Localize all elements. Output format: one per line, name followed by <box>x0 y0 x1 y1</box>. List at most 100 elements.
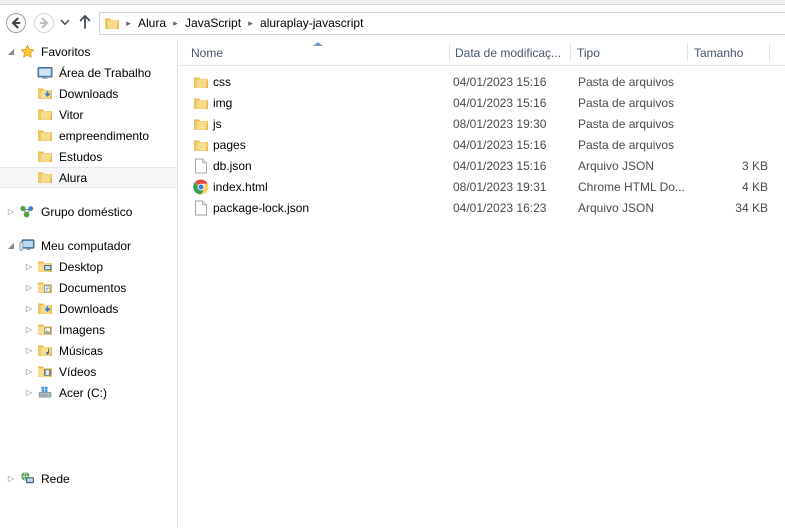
breadcrumb-item-aluraplay-javascript[interactable]: aluraplay-javascript <box>257 13 366 34</box>
table-row[interactable]: db.json 04/01/2023 15:16 Arquivo JSON 3 … <box>179 156 785 177</box>
file-date: 04/01/2023 15:16 <box>453 96 547 110</box>
sidebar-item-alura[interactable]: Alura <box>0 167 177 188</box>
back-arrow-icon <box>5 12 27 34</box>
breadcrumb-item-javascript[interactable]: JavaScript <box>182 13 244 34</box>
homegroup-icon <box>18 204 36 219</box>
expand-triangle-icon[interactable]: ◢ <box>4 41 18 62</box>
recent-locations-button[interactable] <box>56 11 74 35</box>
collapse-triangle-icon[interactable]: ▷ <box>4 468 18 489</box>
computer-icon <box>18 238 36 253</box>
folder-icon <box>193 137 209 153</box>
sidebar-item-acer-c[interactable]: ▷ Acer (C:) <box>0 382 177 403</box>
collapse-triangle-icon[interactable]: ▷ <box>4 319 36 340</box>
address-bar[interactable]: ▸ Alura ▸ JavaScript ▸ aluraplay-javascr… <box>99 11 785 35</box>
folder-icon <box>18 170 54 185</box>
collapse-triangle-icon[interactable]: ▷ <box>4 201 18 222</box>
table-row[interactable]: js 08/01/2023 19:30 Pasta de arquivos <box>179 114 785 135</box>
sidebar-group-grupo-domestico[interactable]: ▷ Grupo doméstico <box>0 201 177 222</box>
sidebar-item-label: Desktop <box>59 259 104 274</box>
sidebar-item-empreendimento[interactable]: empreendimento <box>0 125 177 146</box>
sidebar-group-favoritos[interactable]: ◢ Favoritos <box>0 41 177 62</box>
sidebar-item-downloads-computador[interactable]: ▷ Downloads <box>0 298 177 319</box>
table-row[interactable]: img 04/01/2023 15:16 Pasta de arquivos <box>179 93 785 114</box>
sidebar-item-label: Documentos <box>59 280 127 295</box>
table-row[interactable]: package-lock.json 04/01/2023 16:23 Arqui… <box>179 198 785 219</box>
file-size: 34 KB <box>735 201 768 215</box>
file-type: Arquivo JSON <box>578 159 655 173</box>
sidebar-item-desktop[interactable]: ▷ Desktop <box>0 256 177 277</box>
forward-arrow-icon <box>33 12 55 34</box>
downloads-folder-icon <box>36 301 54 316</box>
file-type: Pasta de arquivos <box>578 96 675 110</box>
file-type: Pasta de arquivos <box>578 138 675 152</box>
breadcrumb-separator-0: ▸ <box>126 17 131 28</box>
collapse-triangle-icon[interactable]: ▷ <box>4 361 36 382</box>
chrome-icon <box>193 179 209 195</box>
folder-icon <box>18 107 54 122</box>
sidebar-item-area-de-trabalho[interactable]: Área de Trabalho <box>0 62 177 83</box>
file-date: 04/01/2023 15:16 <box>453 75 547 89</box>
sidebar-item-downloads[interactable]: Downloads <box>0 83 177 104</box>
column-header-data[interactable]: Data de modificaç... <box>455 41 561 65</box>
sidebar-item-videos[interactable]: ▷ Vídeos <box>0 361 177 382</box>
sort-ascending-icon <box>313 42 323 46</box>
file-date: 04/01/2023 16:23 <box>453 201 547 215</box>
column-header-tipo[interactable]: Tipo <box>577 41 600 65</box>
folder-icon <box>193 74 209 90</box>
sidebar-item-label: Imagens <box>59 322 106 337</box>
documents-folder-icon <box>36 280 54 295</box>
sidebar-group-rede[interactable]: ▷ Rede <box>0 468 177 489</box>
collapse-triangle-icon[interactable]: ▷ <box>4 382 36 403</box>
folder-icon <box>193 95 209 111</box>
table-row[interactable]: index.html 08/01/2023 19:31 Chrome HTML … <box>179 177 785 198</box>
breadcrumb-item-alura[interactable]: Alura <box>135 13 169 34</box>
file-date: 04/01/2023 15:16 <box>453 159 547 173</box>
folder-icon <box>18 149 54 164</box>
star-icon <box>18 44 36 59</box>
sidebar-item-musicas[interactable]: ▷ Músicas <box>0 340 177 361</box>
collapse-triangle-icon[interactable]: ▷ <box>4 256 36 277</box>
music-folder-icon <box>36 343 54 358</box>
collapse-triangle-icon[interactable]: ▷ <box>4 277 36 298</box>
address-folder-icon <box>104 16 120 31</box>
sidebar-item-label: Área de Trabalho <box>59 65 152 80</box>
file-size: 3 KB <box>741 159 768 173</box>
column-divider[interactable] <box>769 44 770 61</box>
sidebar-item-imagens[interactable]: ▷ Imagens <box>0 319 177 340</box>
harddrive-icon <box>36 385 54 400</box>
expand-triangle-icon[interactable]: ◢ <box>4 235 18 256</box>
column-divider[interactable] <box>570 44 571 61</box>
up-button[interactable] <box>74 11 96 35</box>
column-header-tamanho[interactable]: Tamanho <box>694 41 743 65</box>
table-row[interactable]: pages 04/01/2023 15:16 Pasta de arquivos <box>179 135 785 156</box>
file-name: db.json <box>213 159 252 173</box>
sidebar-group-meu-computador[interactable]: ◢ Meu computador <box>0 235 177 256</box>
collapse-triangle-icon[interactable]: ▷ <box>4 298 36 319</box>
sidebar-item-estudos[interactable]: Estudos <box>0 146 177 167</box>
file-type: Arquivo JSON <box>578 201 655 215</box>
downloads-folder-icon <box>18 86 54 101</box>
file-date: 08/01/2023 19:31 <box>453 180 547 194</box>
sidebar-item-vitor[interactable]: Vitor <box>0 104 177 125</box>
column-header-nome[interactable]: Nome <box>191 41 223 65</box>
file-name: js <box>213 117 222 131</box>
document-icon <box>193 200 209 216</box>
sidebar-item-documentos[interactable]: ▷ Documentos <box>0 277 177 298</box>
table-row[interactable]: css 04/01/2023 15:16 Pasta de arquivos <box>179 72 785 93</box>
navigation-pane: ◢ Favoritos Área de Trabalho Downloads V… <box>0 41 178 528</box>
column-divider[interactable] <box>687 44 688 61</box>
sidebar-group-label: Rede <box>41 471 70 486</box>
sidebar-item-label: Alura <box>59 170 88 185</box>
up-arrow-icon <box>78 14 92 33</box>
file-date: 04/01/2023 15:16 <box>453 138 547 152</box>
forward-button[interactable] <box>32 11 56 35</box>
column-divider[interactable] <box>449 44 450 61</box>
collapse-triangle-icon[interactable]: ▷ <box>4 340 36 361</box>
file-size: 4 KB <box>741 180 768 194</box>
column-header-row: Nome Data de modificaç... Tipo Tamanho <box>179 41 785 66</box>
sidebar-item-label: Acer (C:) <box>59 385 107 400</box>
videos-folder-icon <box>36 364 54 379</box>
back-button[interactable] <box>4 11 28 35</box>
